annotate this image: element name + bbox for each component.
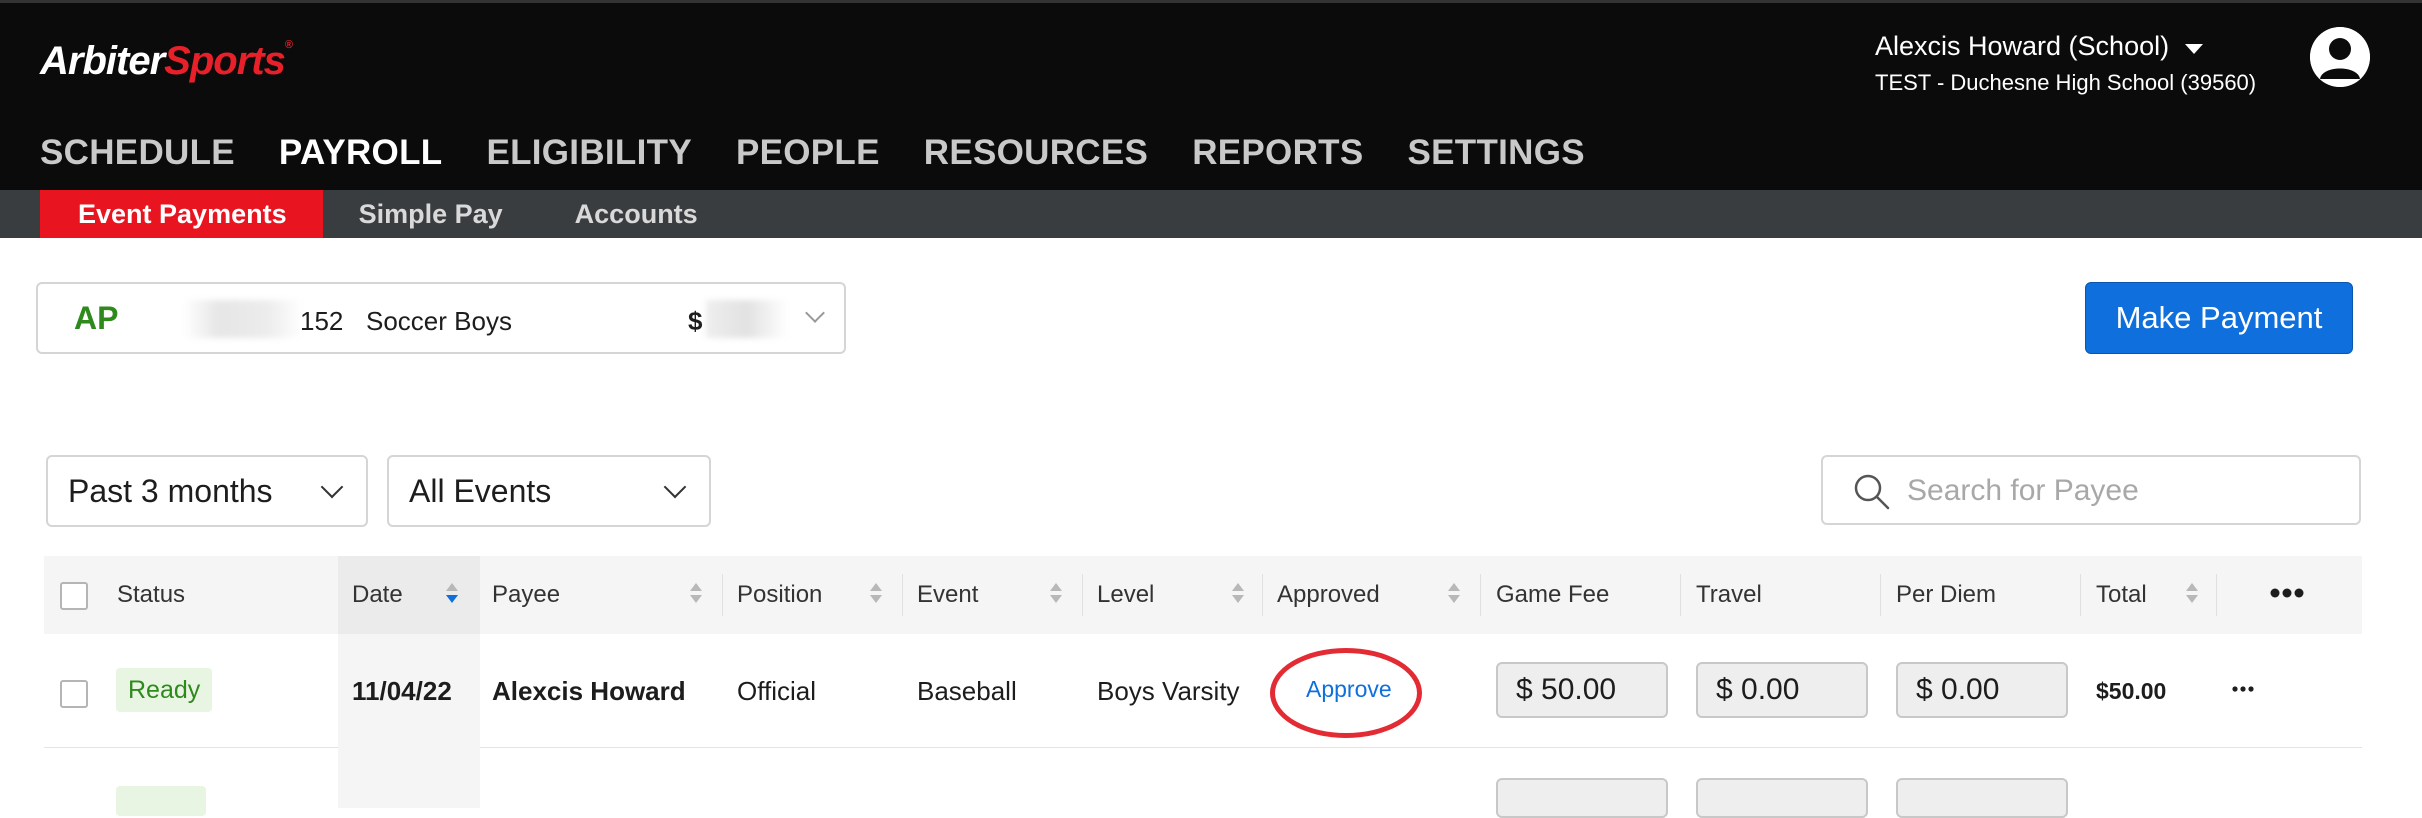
account-select[interactable]: AP 152 Soccer Boys $ — [36, 282, 846, 354]
approve-link[interactable]: Approve — [1306, 676, 1392, 703]
user-menu[interactable]: Alexcis Howard (School) TEST - Duchesne … — [1875, 31, 2256, 96]
col-total[interactable]: Total — [2096, 556, 2147, 634]
nav-reports[interactable]: REPORTS — [1192, 133, 1363, 173]
travel-input[interactable]: $ 0.00 — [1696, 662, 1868, 718]
date-range-value: Past 3 months — [68, 473, 273, 509]
tab-simple-pay[interactable]: Simple Pay — [323, 190, 539, 238]
caret-down-icon[interactable] — [2185, 43, 2204, 54]
row-payee[interactable]: Alexcis Howard — [492, 676, 686, 707]
sort-icon[interactable] — [2186, 583, 2198, 603]
column-divider — [1880, 574, 1881, 616]
chevron-down-icon — [320, 475, 344, 499]
account-currency: $ — [688, 306, 703, 336]
date-cell-background — [338, 748, 480, 808]
user-name: Alexcis Howard (School) — [1875, 31, 2170, 61]
row-actions-icon[interactable] — [2232, 686, 2254, 692]
account-number-redacted — [183, 300, 303, 338]
tab-accounts[interactable]: Accounts — [539, 190, 734, 238]
col-travel: Travel — [1696, 581, 1762, 608]
chevron-down-icon — [805, 303, 825, 323]
status-badge — [116, 786, 206, 816]
make-payment-button[interactable]: Make Payment — [2085, 282, 2353, 354]
column-divider — [2080, 574, 2081, 616]
event-filter-select[interactable]: All Events — [387, 455, 711, 527]
search-icon — [1854, 474, 1890, 510]
user-name-row[interactable]: Alexcis Howard (School) — [1875, 31, 2256, 62]
column-divider — [1262, 574, 1263, 616]
top-bar: ArbiterSports® Alexcis Howard (School) T… — [0, 0, 2422, 190]
nav-resources[interactable]: RESOURCES — [924, 133, 1148, 173]
column-divider — [1480, 574, 1481, 616]
user-school: TEST - Duchesne High School (39560) — [1875, 70, 2257, 95]
col-position[interactable]: Position — [737, 556, 822, 634]
row-date: 11/04/22 — [352, 676, 452, 706]
account-number-suffix: 152 — [300, 306, 344, 336]
sort-icon[interactable] — [870, 583, 882, 603]
row-checkbox[interactable] — [60, 680, 88, 708]
col-status: Status — [117, 581, 186, 608]
column-divider — [1082, 574, 1083, 616]
col-game-fee: Game Fee — [1496, 581, 1610, 608]
per-diem-input[interactable] — [1896, 778, 2068, 818]
travel-input[interactable] — [1696, 778, 1868, 818]
col-approved[interactable]: Approved — [1277, 556, 1380, 634]
nav-payroll[interactable]: PAYROLL — [279, 133, 443, 173]
search-input[interactable]: Search for Payee — [1907, 474, 2139, 508]
per-diem-input[interactable]: $ 0.00 — [1896, 662, 2068, 718]
sort-icon[interactable] — [1232, 583, 1244, 603]
game-fee-input[interactable] — [1496, 778, 1668, 818]
event-filter-value: All Events — [409, 473, 552, 509]
col-date: Date — [352, 581, 403, 608]
arbiter-sports-logo[interactable]: ArbiterSports® — [40, 39, 293, 84]
row-event: Baseball — [917, 676, 1017, 706]
row-level: Boys Varsity — [1097, 676, 1240, 706]
account-name: Soccer Boys — [366, 306, 512, 336]
sort-icon[interactable] — [446, 583, 458, 603]
col-per-diem: Per Diem — [1896, 581, 1997, 608]
row-total: $50.00 — [2096, 678, 2167, 704]
sub-nav: Event Payments Simple Pay Accounts — [0, 190, 2422, 238]
select-all-checkbox[interactable] — [60, 582, 88, 610]
table-row — [44, 748, 2362, 818]
sort-icon[interactable] — [1448, 583, 1460, 603]
account-balance-redacted — [706, 300, 788, 338]
col-event[interactable]: Event — [917, 556, 978, 634]
nav-settings[interactable]: SETTINGS — [1407, 133, 1584, 173]
nav-schedule[interactable]: SCHEDULE — [40, 133, 235, 173]
table-header: Status Date Payee Position Event Level A… — [44, 556, 2362, 634]
payee-search[interactable]: Search for Payee — [1821, 455, 2361, 525]
tab-event-payments[interactable]: Event Payments — [40, 190, 323, 238]
row-position: Official — [737, 676, 816, 706]
sort-icon[interactable] — [690, 583, 702, 603]
nav-eligibility[interactable]: ELIGIBILITY — [486, 133, 692, 173]
user-avatar-icon — [2310, 27, 2370, 87]
more-options-icon[interactable] — [2270, 588, 2304, 598]
column-divider — [2216, 574, 2217, 616]
chevron-down-icon — [663, 475, 687, 499]
column-divider — [902, 574, 903, 616]
avatar[interactable] — [2310, 27, 2370, 87]
column-divider — [722, 574, 723, 616]
date-range-select[interactable]: Past 3 months — [46, 455, 368, 527]
game-fee-input[interactable]: $ 50.00 — [1496, 662, 1668, 718]
main-nav: SCHEDULE PAYROLL ELIGIBILITY PEOPLE RESO… — [40, 133, 1585, 173]
status-badge: Ready — [116, 668, 213, 712]
account-prefix: AP — [74, 300, 119, 336]
column-divider — [1680, 574, 1681, 616]
sort-icon[interactable] — [1050, 583, 1062, 603]
col-date-header[interactable]: Date — [338, 556, 480, 634]
nav-people[interactable]: PEOPLE — [736, 133, 880, 173]
table-row: Ready 11/04/22 Alexcis Howard Official B… — [44, 634, 2362, 748]
col-level[interactable]: Level — [1097, 556, 1154, 634]
col-payee[interactable]: Payee — [492, 556, 560, 634]
